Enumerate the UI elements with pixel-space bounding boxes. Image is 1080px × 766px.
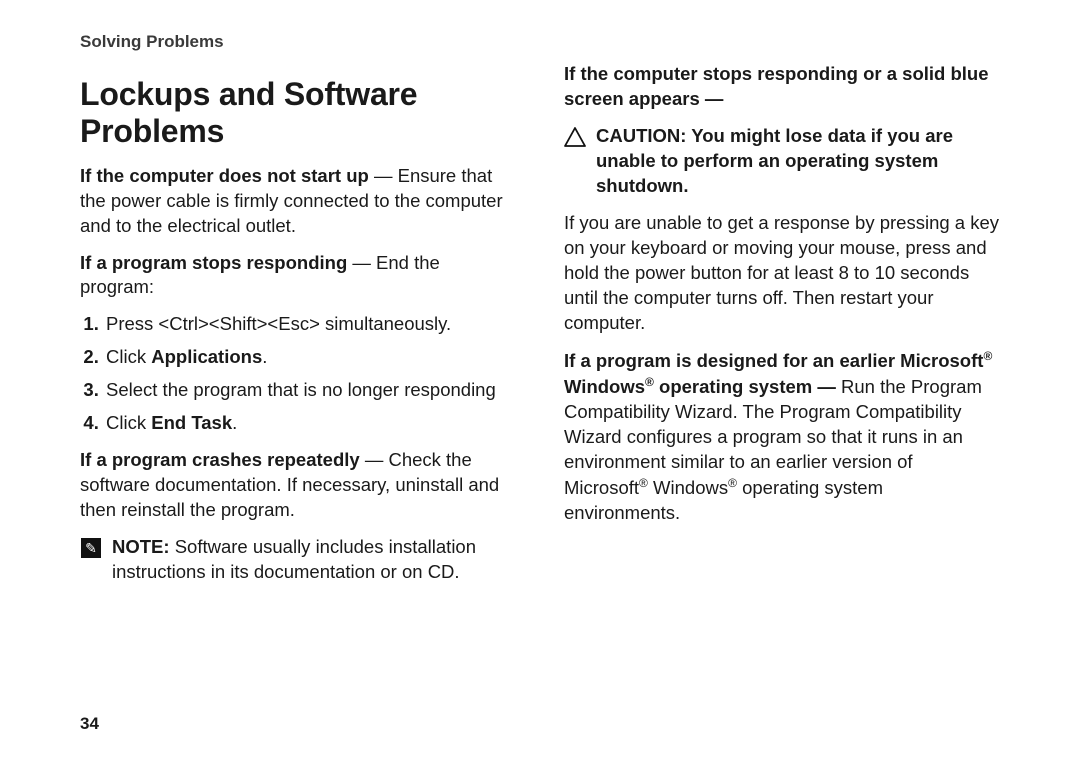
note-label: NOTE: <box>112 536 170 557</box>
bold-label: If the computer does not start up <box>80 165 369 186</box>
note-icon: ✎ <box>80 537 102 559</box>
para-no-response: If you are unable to get a response by p… <box>564 211 1000 336</box>
para-no-start: If the computer does not start up — Ensu… <box>80 164 516 239</box>
bold-label: End Task <box>151 412 232 433</box>
bold-label: If a program stops responding <box>80 252 347 273</box>
steps-list: Press <Ctrl><Shift><Esc> simultaneously.… <box>80 312 516 436</box>
text: Windows <box>648 477 728 498</box>
text: If a program is designed for an earlier … <box>564 350 983 371</box>
para-stops-responding: If a program stops responding — End the … <box>80 251 516 301</box>
step-4: Click End Task. <box>104 411 516 436</box>
bold-label: If a program crashes repeatedly <box>80 449 360 470</box>
reg-mark: ® <box>983 349 992 363</box>
caution-callout: CAUTION: You might lose data if you are … <box>564 124 1000 199</box>
para-blue-screen-heading: If the computer stops responding or a so… <box>564 62 1000 112</box>
reg-mark: ® <box>728 476 737 490</box>
step-1: Press <Ctrl><Shift><Esc> simultaneously. <box>104 312 516 337</box>
reg-mark: ® <box>639 476 648 490</box>
text: . <box>262 346 267 367</box>
caution-icon <box>564 126 586 148</box>
bold-heading: If the computer stops responding or a so… <box>564 63 989 109</box>
page-title: Lockups and Software Problems <box>80 76 516 150</box>
step-3: Select the program that is no longer res… <box>104 378 516 403</box>
text: Click <box>106 412 151 433</box>
right-column: If the computer stops responding or a so… <box>564 62 1000 597</box>
text: Select the program that is no longer res… <box>106 379 496 400</box>
note-callout: ✎ NOTE: Software usually includes instal… <box>80 535 516 585</box>
step-2: Click Applications. <box>104 345 516 370</box>
section-header: Solving Problems <box>80 32 1000 52</box>
para-crashes: If a program crashes repeatedly — Check … <box>80 448 516 523</box>
para-compat: If a program is designed for an earlier … <box>564 348 1000 526</box>
bold-label: Applications <box>151 346 262 367</box>
caution-text: CAUTION: You might lose data if you are … <box>596 125 953 196</box>
page-number: 34 <box>80 714 99 734</box>
text: operating system — <box>654 376 841 397</box>
text: Click <box>106 346 151 367</box>
text: Windows <box>564 376 645 397</box>
reg-mark: ® <box>645 375 654 389</box>
text: Press <Ctrl><Shift><Esc> simultaneously. <box>106 313 451 334</box>
left-column: Lockups and Software Problems If the com… <box>80 62 516 597</box>
text: . <box>232 412 237 433</box>
